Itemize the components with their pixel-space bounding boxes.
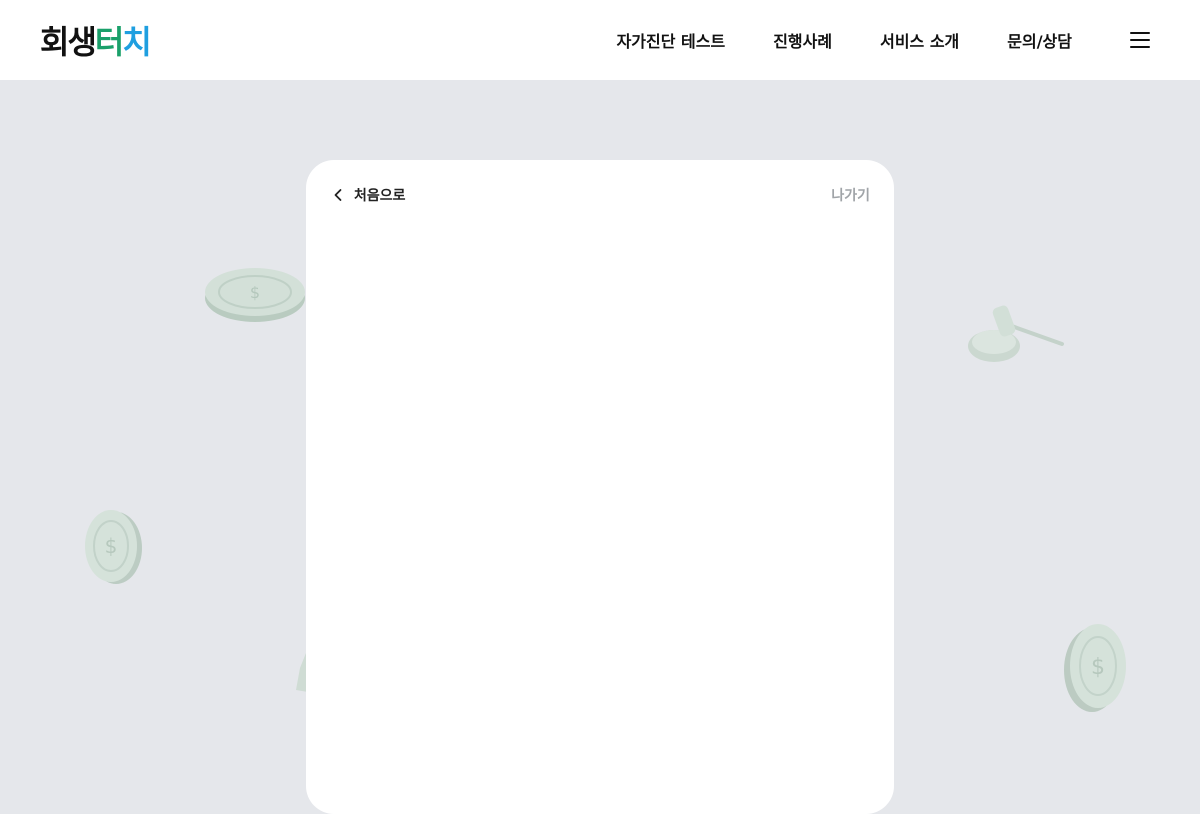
coin-icon: $ bbox=[85, 510, 142, 584]
back-to-start-button[interactable]: 처음으로 bbox=[330, 185, 406, 205]
coin-icon: $ bbox=[1064, 624, 1126, 712]
logo-text-part1: 회생 bbox=[40, 23, 97, 61]
nav-item-case-studies[interactable]: 진행사례 bbox=[773, 28, 832, 52]
logo-text-part2: 터 bbox=[94, 23, 124, 61]
svg-text:$: $ bbox=[1091, 655, 1105, 680]
coin-icon: $ bbox=[205, 268, 305, 322]
card-toolbar: 처음으로 나가기 bbox=[330, 184, 870, 206]
logo[interactable]: 회생 터 치 bbox=[40, 20, 152, 61]
nav-item-contact[interactable]: 문의/상담 bbox=[1007, 28, 1072, 52]
hamburger-menu-icon[interactable] bbox=[1130, 30, 1150, 50]
main-card: 처음으로 나가기 bbox=[306, 160, 894, 814]
nav-item-self-diagnosis[interactable]: 자가진단 테스트 bbox=[617, 28, 726, 52]
exit-button[interactable]: 나가기 bbox=[831, 185, 870, 205]
logo-text-part3: 치 bbox=[122, 23, 151, 61]
back-to-start-label: 처음으로 bbox=[354, 188, 406, 204]
chevron-left-icon bbox=[334, 189, 342, 201]
svg-text:$: $ bbox=[250, 283, 260, 302]
main-nav: 자가진단 테스트 진행사례 서비스 소개 문의/상담 bbox=[617, 0, 1072, 80]
site-header: 회생 터 치 자가진단 테스트 진행사례 서비스 소개 문의/상담 bbox=[0, 0, 1200, 80]
gavel-icon bbox=[968, 305, 1064, 362]
svg-text:$: $ bbox=[105, 534, 118, 558]
nav-item-service-intro[interactable]: 서비스 소개 bbox=[880, 28, 959, 52]
